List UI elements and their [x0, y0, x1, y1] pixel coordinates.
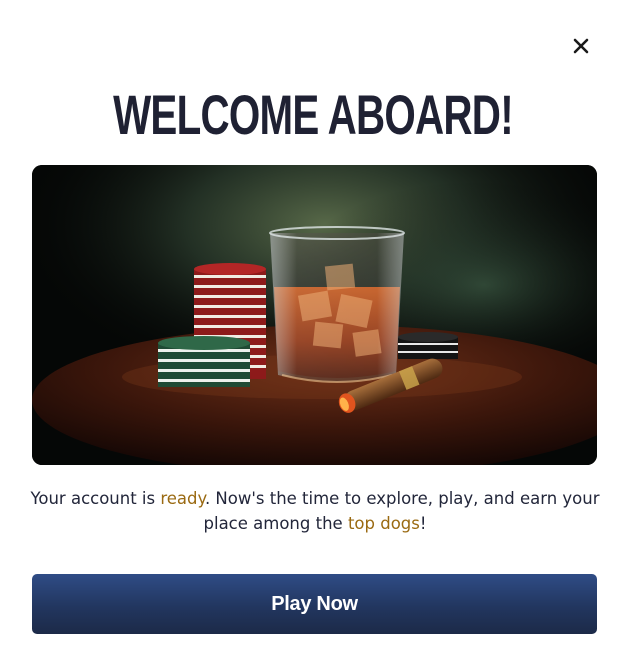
message-part-1: Your account is — [30, 489, 161, 508]
welcome-message: Your account is ready. Now's the time to… — [30, 486, 600, 536]
close-button[interactable] — [566, 31, 596, 61]
play-now-button[interactable]: Play Now — [32, 574, 597, 634]
hero-image — [32, 165, 597, 465]
message-highlight-top-dogs: top dogs — [347, 514, 420, 533]
message-highlight-ready: ready — [160, 489, 205, 508]
modal-title: WELCOME ABOARD! — [113, 83, 514, 146]
message-part-3: ! — [419, 514, 427, 533]
close-icon — [573, 38, 589, 54]
welcome-modal: WELCOME ABOARD! Your account is ready. N… — [0, 0, 626, 661]
